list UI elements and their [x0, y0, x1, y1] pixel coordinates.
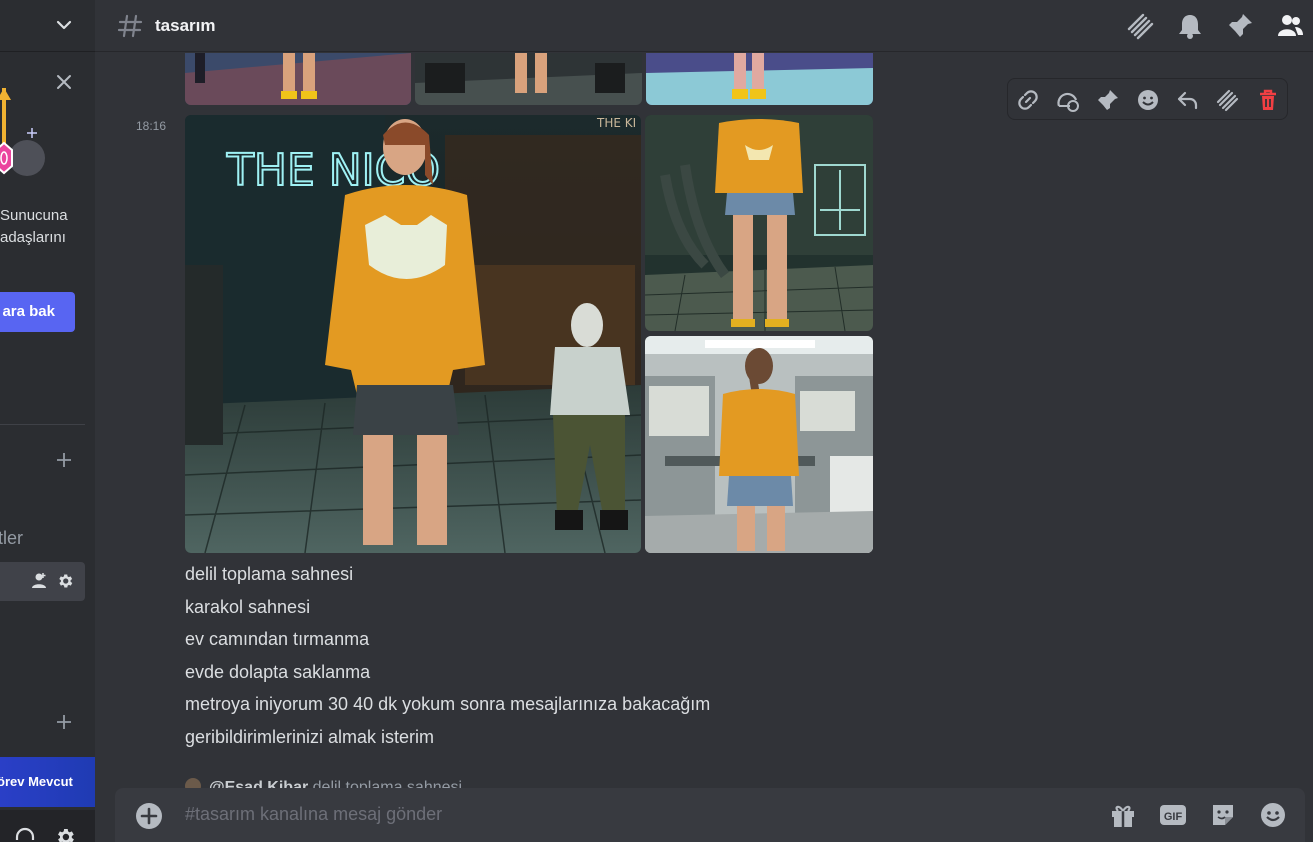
attachment-image[interactable] [185, 53, 411, 105]
chevron-down-icon[interactable] [54, 15, 74, 35]
add-member-icon[interactable] [30, 572, 48, 590]
emoji-icon[interactable] [1136, 88, 1160, 112]
plus-icon[interactable] [56, 714, 72, 730]
message-line: metroya iniyorum 30 40 dk yokum sonra me… [185, 694, 711, 714]
divider [0, 424, 85, 425]
message-line: evde dolapta saklanma [185, 662, 371, 682]
message-timestamp: 18:16 [136, 119, 167, 133]
bell-icon[interactable] [1176, 12, 1204, 40]
channel-header: tasarım [95, 0, 1313, 52]
attachment-image[interactable] [645, 115, 873, 331]
create-thread-icon[interactable] [1215, 88, 1239, 112]
channel-sidebar: Sunucuna adaşlarını ara bak tler örev Me… [0, 0, 95, 842]
message-line: delil toplama sahnesi [185, 564, 354, 584]
discord-window: Sunucuna adaşlarını ara bak tler örev Me… [0, 0, 1313, 842]
message-list: 18:16 THE NICO THE KI delil toplama sahn… [95, 53, 1313, 788]
message-composer: #tasarım kanalına mesaj gönder GIF [115, 788, 1305, 842]
pin-icon[interactable] [1096, 88, 1120, 112]
attachment-image[interactable] [646, 53, 873, 105]
corner-sign-text: THE KI [596, 116, 636, 130]
attachment-image[interactable] [645, 336, 873, 553]
reply-text: delil toplama sahnesi [312, 779, 463, 788]
channel-name: tasarım [155, 16, 216, 35]
message-line: ev camından tırmanma [185, 629, 370, 649]
gear-icon[interactable] [54, 826, 76, 842]
quest-label: örev Mevcut [0, 774, 73, 789]
message-actions-toolbar [1007, 78, 1288, 120]
selected-channel-item[interactable] [0, 562, 85, 601]
channel-category-label[interactable]: tler [0, 528, 23, 549]
close-icon[interactable] [54, 72, 74, 92]
attachment-image-main[interactable]: THE NICO THE KI [185, 115, 641, 553]
quest-banner[interactable]: örev Mevcut [0, 757, 95, 807]
promo-text: Sunucuna adaşlarını [0, 207, 68, 246]
pin-icon[interactable] [1226, 12, 1254, 40]
emoji-icon[interactable] [1259, 801, 1287, 829]
reply-mention[interactable]: @Esad Kibar [209, 779, 308, 788]
attachment-image[interactable] [415, 53, 642, 105]
reply-icon[interactable] [1175, 88, 1199, 112]
threads-icon[interactable] [1126, 12, 1154, 40]
message-line: karakol sahnesi [185, 597, 311, 617]
gif-icon[interactable]: GIF [1159, 801, 1187, 829]
message-line: geribildirimlerinizi almak isterim [185, 727, 435, 747]
link-icon[interactable] [1016, 88, 1040, 112]
headphones-icon[interactable] [14, 826, 36, 842]
trash-icon[interactable] [1256, 88, 1280, 112]
gif-label: GIF [1164, 811, 1183, 823]
member-list-icon[interactable] [1276, 12, 1304, 40]
server-header[interactable] [0, 0, 95, 52]
reply-preview[interactable]: @Esad Kibar delil toplama sahnesi [185, 778, 462, 788]
gift-icon[interactable] [1109, 801, 1137, 829]
message-input[interactable]: #tasarım kanalına mesaj gönder [185, 804, 442, 825]
add-attachment-icon[interactable] [135, 802, 163, 830]
sticker-icon[interactable] [1209, 801, 1237, 829]
invite-friends-button[interactable]: ara bak [0, 292, 75, 332]
reply-avatar [185, 778, 201, 788]
plus-icon[interactable] [56, 452, 72, 468]
hashtag-icon [117, 14, 143, 38]
user-panel [0, 810, 95, 842]
gear-icon[interactable] [56, 572, 74, 590]
promo-illustration-icon [0, 88, 45, 176]
add-reaction-super-icon[interactable] [1056, 88, 1080, 112]
